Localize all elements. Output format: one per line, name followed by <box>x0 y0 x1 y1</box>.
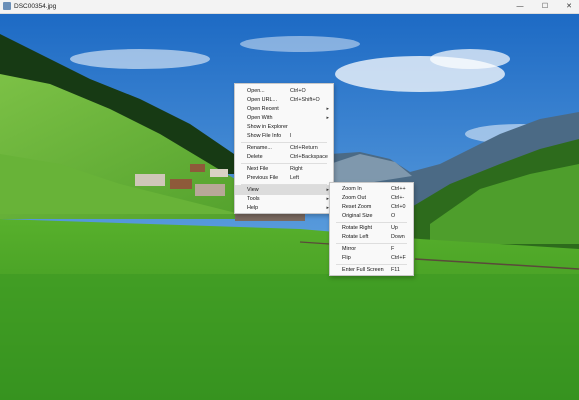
menu-item-show-file-info[interactable]: Show File Info I <box>235 131 333 141</box>
minimize-button[interactable]: — <box>509 0 531 13</box>
context-menu: Open... Ctrl+O Open URL... Ctrl+Shift+O … <box>234 83 334 214</box>
menu-item-previous-file[interactable]: Previous File Left <box>235 173 333 183</box>
app-image-icon <box>3 2 11 10</box>
window-title: DSC00354.jpg <box>14 3 57 10</box>
submenu-item-flip[interactable]: Flip Ctrl+F <box>330 253 413 263</box>
menu-item-delete[interactable]: Delete Ctrl+Backspace <box>235 152 333 162</box>
close-button[interactable]: ✕ <box>558 0 579 13</box>
submenu-item-original-size[interactable]: Original Size O <box>330 211 413 221</box>
maximize-button[interactable]: ☐ <box>534 0 556 13</box>
submenu-item-rotate-left[interactable]: Rotate Left Down <box>330 232 413 242</box>
submenu-item-enter-full-screen[interactable]: Enter Full Screen F11 <box>330 265 413 275</box>
title-bar: DSC00354.jpg — ☐ ✕ <box>0 0 579 14</box>
menu-item-help[interactable]: Help ▸ <box>235 203 333 213</box>
view-submenu: Zoom In Ctrl++ Zoom Out Ctrl+- Reset Zoo… <box>329 182 414 276</box>
